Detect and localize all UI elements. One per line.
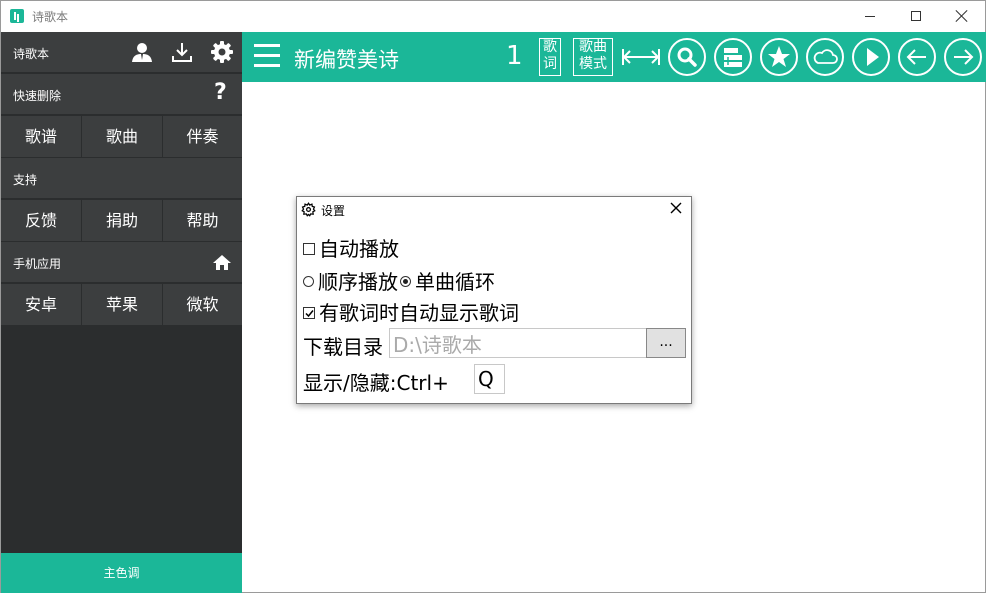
auto-lyrics-label: 有歌词时自动显示歌词	[319, 301, 519, 325]
lyrics-button-line1: 歌	[543, 39, 557, 55]
settings-gear-icon	[301, 202, 316, 217]
donate-button[interactable]: 捐助	[82, 200, 162, 241]
maximize-icon	[911, 11, 921, 21]
next-button[interactable]	[944, 38, 982, 76]
favorites-button[interactable]	[760, 38, 798, 76]
support-buttons: 反馈 捐助 帮助	[1, 200, 242, 242]
autoplay-label: 自动播放	[319, 237, 399, 261]
cloud-icon	[813, 49, 838, 64]
quick-delete-header: 快速删除 ?	[1, 74, 242, 114]
home-icon[interactable]	[212, 254, 232, 271]
android-button[interactable]: 安卓	[1, 284, 81, 325]
star-icon	[768, 46, 790, 67]
auto-lyrics-checkbox[interactable]	[303, 306, 315, 319]
single-loop-radio[interactable]	[400, 276, 411, 287]
settings-dialog-title: 设置	[321, 204, 346, 218]
mobile-apps-label: 手机应用	[13, 257, 62, 271]
close-icon	[955, 9, 969, 23]
help-icon[interactable]: ?	[214, 80, 227, 105]
songbook-title: 新编赞美诗	[294, 48, 399, 72]
support-header: 支持	[1, 158, 242, 198]
browse-dir-button[interactable]: ...	[646, 328, 686, 358]
maximize-button[interactable]	[893, 1, 939, 32]
song-number[interactable]: 1	[506, 41, 523, 71]
window-title: 诗歌本	[32, 10, 69, 24]
sequential-play-option[interactable]: 顺序播放	[303, 270, 398, 294]
download-dir-label: 下载目录	[303, 335, 383, 359]
close-icon	[670, 202, 682, 214]
song-mode-button[interactable]: 歌曲 模式	[573, 38, 613, 76]
search-icon	[677, 47, 697, 67]
theme-color-button[interactable]: 主色调	[1, 553, 242, 593]
autoplay-checkbox[interactable]	[303, 242, 315, 255]
list-button[interactable]	[714, 38, 752, 76]
quick-delete-buttons: 歌谱 歌曲 伴奏	[1, 116, 242, 158]
mobile-apps-header: 手机应用	[1, 242, 242, 282]
cloud-button[interactable]	[806, 38, 844, 76]
support-label: 支持	[13, 173, 38, 187]
dialog-close-button[interactable]	[665, 200, 687, 218]
play-order-group: 顺序播放 单曲循环	[303, 266, 495, 295]
app-window: 诗歌本 诗歌本 快速删除 ? 歌谱 歌曲 伴奏 支持 反馈 捐助 帮助 手机应用…	[0, 0, 986, 593]
user-icon[interactable]	[131, 41, 153, 63]
play-icon	[867, 48, 879, 66]
sequential-play-radio[interactable]	[303, 276, 314, 287]
sequential-play-label: 顺序播放	[318, 270, 398, 294]
song-mode-line1: 歌曲	[579, 39, 607, 55]
lyrics-button[interactable]: 歌 词	[539, 38, 561, 76]
top-toolbar: 新编赞美诗 1 歌 词 歌曲 模式	[242, 32, 986, 82]
hotkey-label: 显示/隐藏:	[303, 371, 397, 395]
auto-lyrics-option[interactable]: 有歌词时自动显示歌词	[303, 297, 519, 326]
menu-icon[interactable]	[254, 44, 280, 68]
apple-button[interactable]: 苹果	[82, 284, 162, 325]
hotkey-key-input[interactable]: Q	[474, 364, 505, 394]
sidebar-header: 诗歌本	[1, 32, 242, 72]
settings-dialog: 设置 自动播放 顺序播放单曲循环 有歌词时自动显示歌词 下载目录 ... 显示/…	[296, 196, 692, 404]
width-arrows-icon[interactable]	[621, 45, 661, 69]
help-button[interactable]: 帮助	[163, 200, 242, 241]
microsoft-button[interactable]: 微软	[163, 284, 242, 325]
minimize-button[interactable]	[847, 1, 893, 32]
title-bar[interactable]: 诗歌本	[1, 1, 985, 32]
download-icon[interactable]	[171, 41, 193, 63]
arrow-left-icon	[906, 49, 926, 65]
mobile-app-buttons: 安卓 苹果 微软	[1, 284, 242, 326]
delete-song-button[interactable]: 歌曲	[82, 116, 162, 157]
download-dir-input[interactable]	[389, 328, 647, 358]
song-mode-line2: 模式	[579, 56, 607, 72]
hotkey-modifier: Ctrl+	[396, 371, 449, 395]
delete-accompaniment-button[interactable]: 伴奏	[163, 116, 242, 157]
feedback-button[interactable]: 反馈	[1, 200, 81, 241]
search-button[interactable]	[668, 38, 706, 76]
single-loop-option[interactable]: 单曲循环	[398, 270, 495, 294]
minimize-icon	[865, 16, 875, 17]
app-logo-icon	[10, 9, 24, 23]
lyrics-button-line2: 词	[543, 56, 557, 72]
quick-delete-label: 快速删除	[13, 89, 62, 103]
autoplay-option[interactable]: 自动播放	[303, 233, 399, 262]
sidebar-app-label: 诗歌本	[13, 47, 50, 61]
sidebar: 诗歌本 快速删除 ? 歌谱 歌曲 伴奏 支持 反馈 捐助 帮助 手机应用 安卓 …	[1, 32, 242, 593]
close-window-button[interactable]	[939, 1, 985, 32]
delete-sheet-music-button[interactable]: 歌谱	[1, 116, 81, 157]
arrow-right-icon	[954, 49, 974, 65]
previous-button[interactable]	[898, 38, 936, 76]
check-icon	[305, 309, 314, 317]
play-button[interactable]	[852, 38, 890, 76]
single-loop-label: 单曲循环	[415, 270, 495, 294]
list-icon	[724, 48, 742, 67]
hotkey-row: 显示/隐藏:Ctrl+	[303, 367, 449, 396]
gear-icon[interactable]	[210, 40, 234, 64]
